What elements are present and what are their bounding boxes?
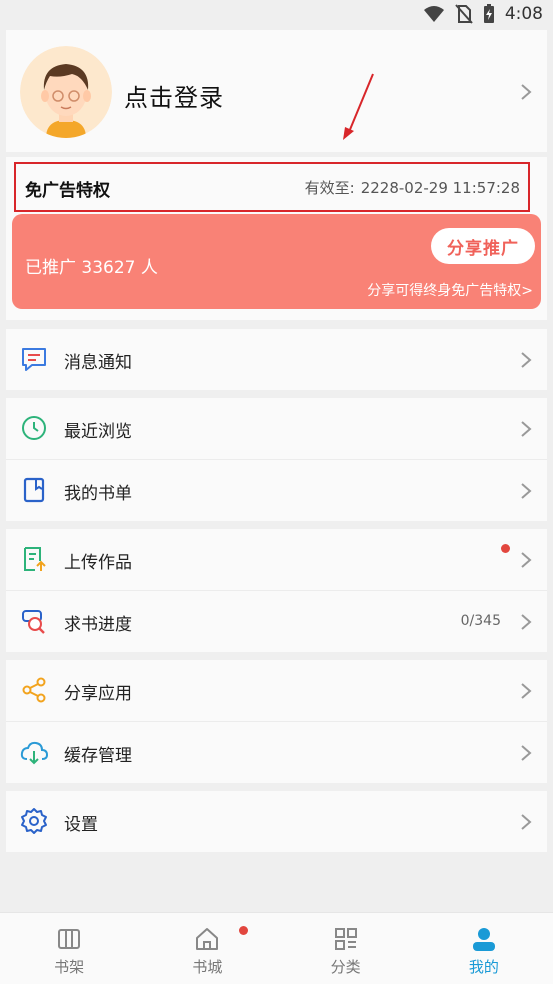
tab-label: 我的 xyxy=(468,958,499,976)
ad-privilege-card: 免广告特权 有效至: 2228-02-29 11:57:28 已推广 33627 … xyxy=(6,157,547,320)
upload-document-icon xyxy=(24,547,46,571)
profile-card[interactable]: 点击登录 xyxy=(6,30,547,152)
login-link[interactable]: 点击登录 xyxy=(124,78,224,113)
menu-label: 求书进度 xyxy=(64,615,132,635)
ad-privilege-highlight: 免广告特权 有效至: 2228-02-29 11:57:28 xyxy=(14,162,530,212)
menu-item-request[interactable]: 求书进度 0/345 xyxy=(6,590,547,652)
chevron-right-icon xyxy=(521,483,532,499)
promo-banner: 已推广 33627 人 分享推广 分享可得终身免广告特权> xyxy=(12,214,541,309)
menu-item-booklist[interactable]: 我的书单 xyxy=(6,459,547,521)
category-grid-icon xyxy=(334,928,357,950)
menu-label: 最近浏览 xyxy=(64,422,132,442)
clock-icon xyxy=(22,416,46,440)
ad-privilege-expiry: 有效至: 2228-02-29 11:57:28 xyxy=(305,177,520,198)
promo-subtitle-link[interactable]: 分享可得终身免广告特权> xyxy=(367,280,533,300)
menu-label: 分享应用 xyxy=(64,684,132,704)
promo-count: 已推广 33627 人 xyxy=(25,258,158,278)
status-time: 4:08 xyxy=(504,4,543,24)
chevron-right-icon xyxy=(521,84,532,100)
menu-label: 消息通知 xyxy=(64,353,132,373)
menu-group-settings: 设置 xyxy=(6,791,547,852)
tab-label: 书架 xyxy=(54,958,85,976)
menu-group-app: 分享应用 缓存管理 xyxy=(6,660,547,783)
menu-label: 缓存管理 xyxy=(64,746,132,766)
search-book-icon xyxy=(22,610,45,634)
expiry-label: 有效至: xyxy=(304,179,355,197)
menu-item-settings[interactable]: 设置 xyxy=(6,791,547,852)
menu-group-messages: 消息通知 xyxy=(6,329,547,390)
no-sim-icon xyxy=(455,4,473,24)
share-promote-button[interactable]: 分享推广 xyxy=(431,228,535,264)
book-icon xyxy=(23,477,45,503)
menu-item-upload[interactable]: 上传作品 xyxy=(6,529,547,590)
home-icon xyxy=(196,928,219,950)
chevron-right-icon xyxy=(521,745,532,761)
request-progress-count: 0/345 xyxy=(460,613,501,629)
tab-category[interactable]: 分类 xyxy=(277,913,415,984)
menu-group-works: 上传作品 求书进度 0/345 xyxy=(6,529,547,652)
avatar[interactable] xyxy=(20,46,112,138)
gear-icon xyxy=(21,808,47,834)
menu-item-recent[interactable]: 最近浏览 xyxy=(6,398,547,459)
tab-bookshelf[interactable]: 书架 xyxy=(0,913,138,984)
notification-dot xyxy=(239,926,249,935)
cloud-download-icon xyxy=(20,741,48,765)
bottom-tab-bar: 书架 书城 分类 我的 xyxy=(0,912,553,984)
tab-mine[interactable]: 我的 xyxy=(415,913,553,984)
menu-label: 上传作品 xyxy=(64,553,132,573)
menu-item-notifications[interactable]: 消息通知 xyxy=(6,329,547,390)
menu-item-share-app[interactable]: 分享应用 xyxy=(6,660,547,721)
menu-label: 设置 xyxy=(64,815,98,835)
notification-dot xyxy=(501,544,510,553)
ad-privilege-title: 免广告特权 xyxy=(25,181,110,201)
user-icon xyxy=(472,928,495,951)
menu-item-cache[interactable]: 缓存管理 xyxy=(6,721,547,783)
menu-label: 我的书单 xyxy=(64,484,132,504)
wifi-icon xyxy=(423,6,444,22)
expiry-date: 2228-02-29 11:57:28 xyxy=(360,179,520,197)
tab-bookstore[interactable]: 书城 xyxy=(138,913,276,984)
status-bar: 4:08 xyxy=(0,0,553,30)
chevron-right-icon xyxy=(521,683,532,699)
tab-label: 分类 xyxy=(330,958,361,976)
chevron-right-icon xyxy=(521,352,532,368)
annotation-arrow xyxy=(343,73,374,140)
battery-charging-icon xyxy=(483,4,494,23)
chevron-right-icon xyxy=(521,421,532,437)
tab-label: 书城 xyxy=(192,958,223,976)
bookshelf-icon xyxy=(58,929,81,949)
chevron-right-icon xyxy=(521,552,532,568)
menu-group-reading: 最近浏览 我的书单 xyxy=(6,398,547,521)
message-icon xyxy=(22,348,46,371)
chevron-right-icon xyxy=(521,814,532,830)
share-icon xyxy=(22,677,46,703)
chevron-right-icon xyxy=(521,614,532,630)
